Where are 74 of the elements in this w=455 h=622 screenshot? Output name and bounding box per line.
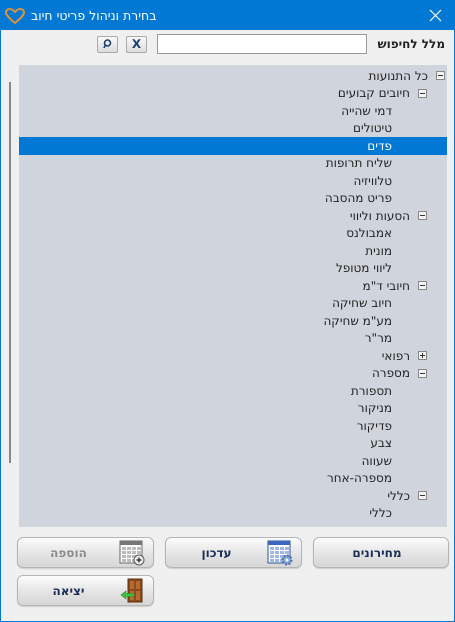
tree-item[interactable]: כללי bbox=[19, 487, 447, 504]
tree-item-label: פדים bbox=[367, 138, 392, 153]
tree-item[interactable]: מניקור bbox=[19, 400, 447, 417]
tree-item-label: טלוויזיה bbox=[353, 174, 392, 188]
collapse-icon[interactable] bbox=[418, 368, 427, 378]
collapse-icon[interactable] bbox=[436, 71, 445, 80]
tree-item[interactable]: פריט מהסבה bbox=[19, 190, 447, 207]
collapse-icon[interactable] bbox=[418, 491, 427, 500]
tree-item[interactable]: כללי bbox=[19, 504, 447, 522]
tree-item[interactable]: רפואי bbox=[19, 347, 447, 364]
tree-item[interactable]: אמבולנס bbox=[19, 224, 447, 242]
tree-item-label: מניקור bbox=[358, 401, 392, 416]
tree-item-label: תספורת bbox=[350, 384, 392, 398]
tree-item-label: כל התנועות bbox=[368, 68, 428, 83]
tree-item-label: כללי bbox=[387, 488, 410, 503]
tree-item-label: שעווה bbox=[362, 454, 392, 468]
update-button[interactable]: עדכון bbox=[165, 537, 302, 568]
tree-item[interactable]: דמי שהייה bbox=[19, 102, 447, 120]
door-exit-icon bbox=[119, 578, 145, 604]
tree-item-label: אמבולנס bbox=[346, 226, 392, 240]
tree-item-label: כללי bbox=[369, 506, 392, 520]
tree-item-label: מע"מ שחיקה bbox=[323, 314, 392, 328]
tree-item[interactable]: מע"מ שחיקה bbox=[19, 312, 447, 330]
tree-item[interactable]: חיוב שחיקה bbox=[19, 294, 447, 312]
tree-item-label: דמי שהייה bbox=[341, 104, 392, 118]
tree-item-label: חיובים קבועים bbox=[338, 86, 410, 100]
tree-item[interactable]: מספרה bbox=[19, 364, 447, 382]
tree-item[interactable]: מר"ר bbox=[19, 330, 447, 347]
calendar-plus-icon bbox=[119, 540, 145, 566]
text-button[interactable]: מחירונים bbox=[313, 537, 449, 568]
search-icon bbox=[103, 39, 112, 49]
tree-item-label: מר"ר bbox=[364, 331, 392, 346]
heart-logo-icon bbox=[5, 8, 25, 24]
tree-item[interactable]: טיטולים bbox=[19, 120, 447, 137]
search-button[interactable] bbox=[97, 36, 118, 52]
tree-item[interactable]: טלוויזיה bbox=[19, 172, 447, 190]
tree-item-label: מונית bbox=[365, 244, 392, 258]
search-label: מלל לחיפוש bbox=[377, 37, 445, 51]
tree-item[interactable]: פדיקור bbox=[19, 417, 447, 434]
tree-item[interactable]: שעווה bbox=[19, 452, 447, 470]
tree-item-label: מספרה-אחר bbox=[326, 471, 392, 486]
tree-item[interactable]: הסעות וליווי bbox=[19, 207, 447, 224]
exit-button[interactable]: יציאה bbox=[17, 575, 154, 606]
scrollbar[interactable] bbox=[9, 82, 11, 463]
search-field[interactable] bbox=[157, 34, 367, 54]
collapse-icon[interactable] bbox=[418, 211, 427, 220]
tree-item-label: טיטולים bbox=[353, 121, 392, 136]
tree-item-label: רפואי bbox=[382, 348, 410, 363]
expand-icon[interactable] bbox=[418, 351, 427, 360]
tree-item-label: צבע bbox=[370, 436, 392, 450]
tree-item-label: חיובי ד"מ bbox=[362, 278, 410, 293]
collapse-icon[interactable] bbox=[418, 88, 427, 98]
tree-item[interactable]: חיובים קבועים bbox=[19, 84, 447, 102]
window-title: בחירת וניהול פריטי חיוב bbox=[31, 8, 158, 23]
tree-item-label: מספרה bbox=[372, 366, 410, 380]
tree-item[interactable]: צבע bbox=[19, 434, 447, 452]
tree-item[interactable]: כל התנועות bbox=[19, 67, 447, 84]
tree-item-label: ליווי מטופל bbox=[336, 261, 392, 276]
tree-item[interactable]: מונית bbox=[19, 242, 447, 260]
tree-item-label: הסעות וליווי bbox=[350, 208, 410, 223]
close-icon bbox=[428, 9, 442, 22]
clear-button[interactable]: X bbox=[126, 36, 147, 52]
calendar-gear-icon bbox=[267, 540, 293, 566]
tree-item-label: פדיקור bbox=[356, 418, 392, 433]
tree-item[interactable]: חיובי ד"מ bbox=[19, 277, 447, 294]
tree-item-label: שליח תרופות bbox=[326, 156, 392, 170]
tree-item[interactable]: שליח תרופות bbox=[19, 154, 447, 172]
tree-item-label: חיוב שחיקה bbox=[332, 296, 392, 310]
tree-item[interactable]: מספרה-אחר bbox=[19, 470, 447, 487]
tree-item[interactable]: ליווי מטופל bbox=[19, 260, 447, 277]
tree-item-label: פריט מהסבה bbox=[324, 191, 392, 206]
tree-item[interactable]: פדים bbox=[19, 137, 447, 154]
tree-item[interactable]: תספורת bbox=[19, 382, 447, 400]
collapse-icon[interactable] bbox=[418, 281, 427, 290]
